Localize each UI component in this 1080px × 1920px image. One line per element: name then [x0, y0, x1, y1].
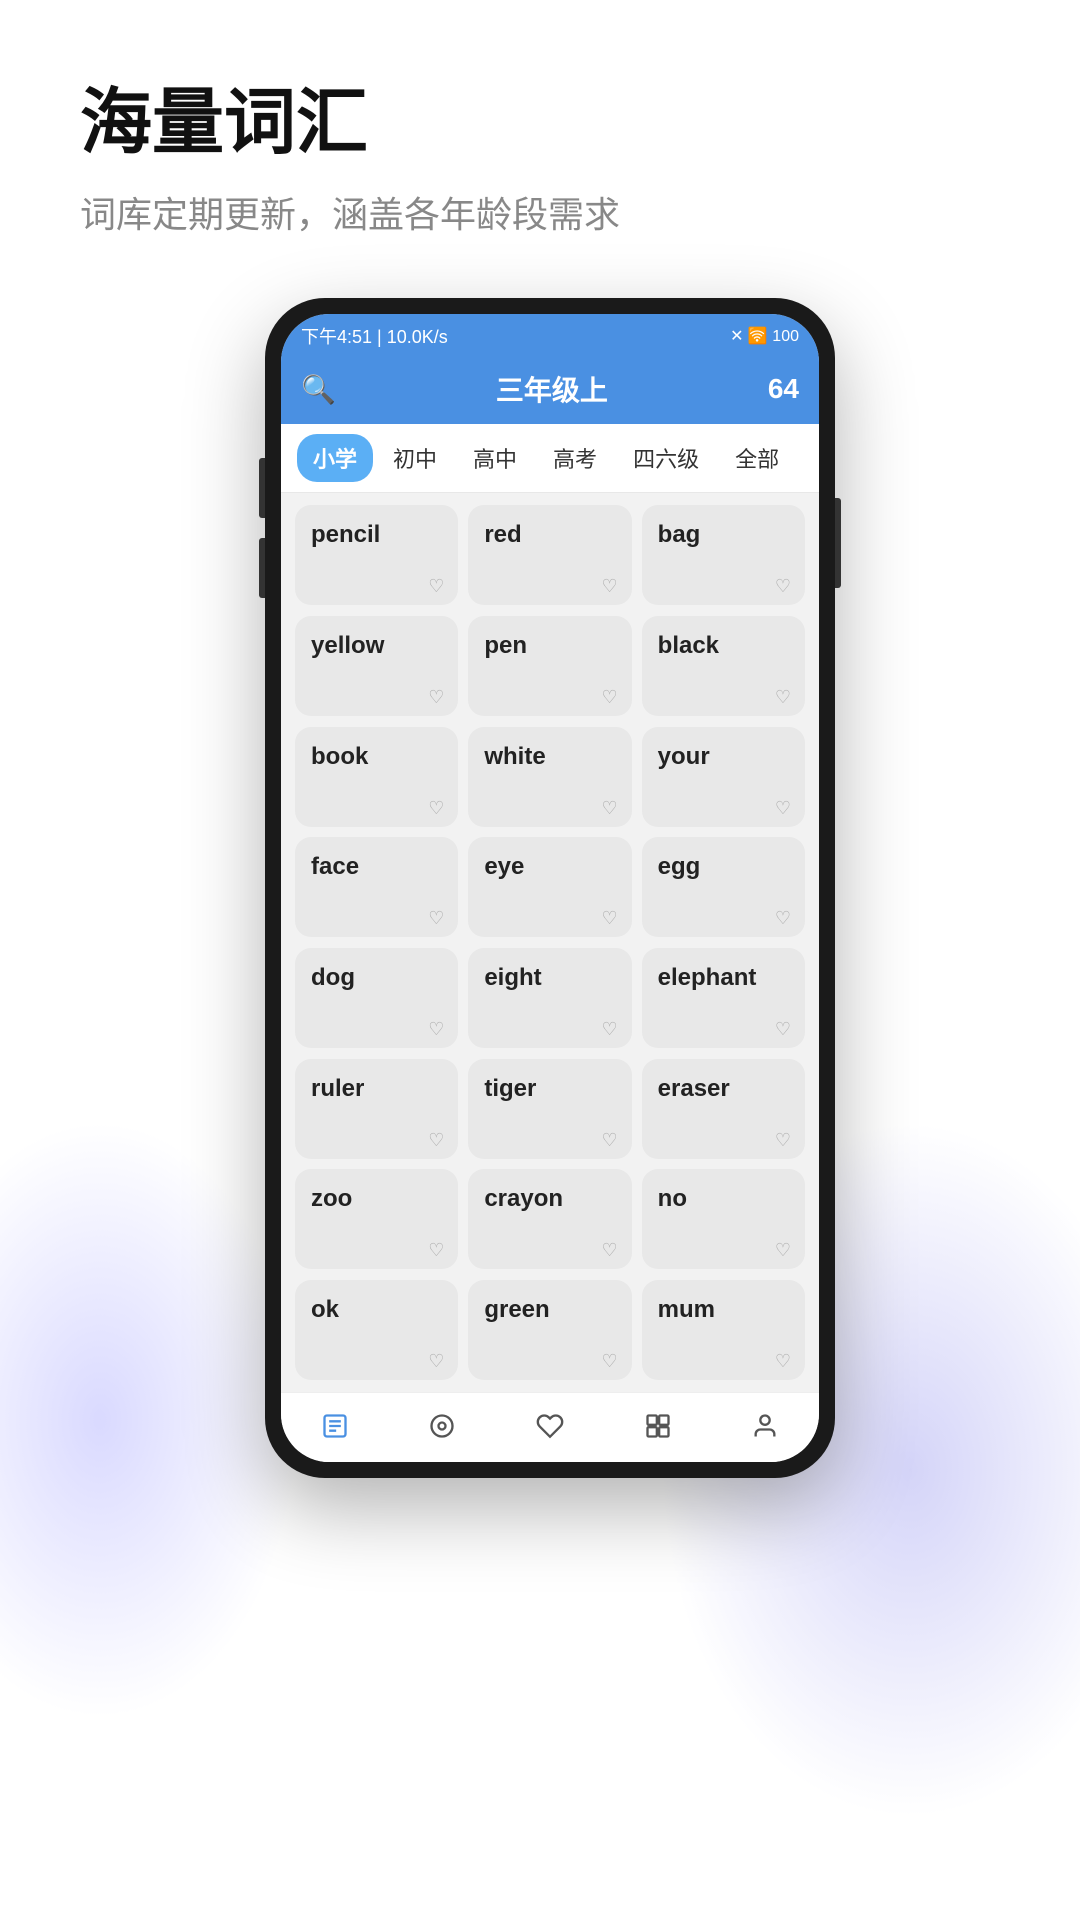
word-text: crayon	[484, 1185, 563, 1213]
heart-icon[interactable]: ♡	[775, 799, 791, 817]
word-card[interactable]: black ♡	[642, 616, 805, 716]
app-header: 🔍 三年级上 64	[281, 358, 819, 424]
word-card[interactable]: tiger ♡	[468, 1059, 631, 1159]
nav-favorites[interactable]	[536, 1412, 564, 1440]
word-card[interactable]: ruler ♡	[295, 1059, 458, 1159]
word-card[interactable]: dog ♡	[295, 948, 458, 1048]
tab-cet[interactable]: 四六级	[617, 434, 715, 482]
header-count: 64	[768, 373, 799, 405]
word-card[interactable]: mum ♡	[642, 1280, 805, 1380]
heart-icon[interactable]: ♡	[428, 577, 444, 595]
word-text: eraser	[658, 1075, 730, 1103]
heart-icon[interactable]: ♡	[428, 1241, 444, 1259]
heart-icon[interactable]: ♡	[428, 1131, 444, 1149]
tab-high[interactable]: 高中	[457, 434, 533, 482]
word-card[interactable]: white ♡	[468, 727, 631, 827]
nav-vocabulary[interactable]	[321, 1412, 349, 1440]
word-card[interactable]: your ♡	[642, 727, 805, 827]
word-text: face	[311, 853, 359, 881]
heart-icon[interactable]: ♡	[602, 1352, 618, 1370]
word-card[interactable]: red ♡	[468, 505, 631, 605]
nav-expand[interactable]	[644, 1412, 672, 1440]
heart-icon[interactable]: ♡	[775, 909, 791, 927]
word-card[interactable]: crayon ♡	[468, 1169, 631, 1269]
word-card[interactable]: ok ♡	[295, 1280, 458, 1380]
word-text: book	[311, 743, 368, 771]
word-text: pen	[484, 632, 527, 660]
word-text: green	[484, 1296, 549, 1324]
heart-icon[interactable]: ♡	[428, 688, 444, 706]
phone-mockup: 下午4:51 | 10.0K/s ✕ 🛜 100 🔍 三年级上 64 小学 初中…	[80, 298, 1020, 1478]
heart-icon[interactable]: ♡	[602, 688, 618, 706]
word-text: your	[658, 743, 710, 771]
heart-icon[interactable]: ♡	[775, 577, 791, 595]
page-title: 海量词汇	[80, 80, 1020, 166]
heart-icon[interactable]: ♡	[602, 909, 618, 927]
word-text: egg	[658, 853, 701, 881]
word-card[interactable]: face ♡	[295, 837, 458, 937]
heart-icon[interactable]: ♡	[428, 799, 444, 817]
word-text: tiger	[484, 1075, 536, 1103]
word-card[interactable]: bag ♡	[642, 505, 805, 605]
word-text: eye	[484, 853, 524, 881]
tab-primary[interactable]: 小学	[297, 434, 373, 482]
heart-icon[interactable]: ♡	[775, 1241, 791, 1259]
status-time: 下午4:51 | 10.0K/s	[301, 323, 448, 349]
phone-frame: 下午4:51 | 10.0K/s ✕ 🛜 100 🔍 三年级上 64 小学 初中…	[265, 298, 835, 1478]
heart-icon[interactable]: ♡	[428, 1352, 444, 1370]
word-text: dog	[311, 964, 355, 992]
word-card[interactable]: eight ♡	[468, 948, 631, 1048]
status-right-icons: ✕ 🛜 100	[730, 326, 799, 346]
heart-icon[interactable]: ♡	[602, 577, 618, 595]
phone-screen: 下午4:51 | 10.0K/s ✕ 🛜 100 🔍 三年级上 64 小学 初中…	[281, 314, 819, 1462]
word-text: ruler	[311, 1075, 364, 1103]
heart-icon[interactable]: ♡	[428, 1020, 444, 1038]
category-tabs: 小学 初中 高中 高考 四六级 全部	[281, 424, 819, 493]
word-card[interactable]: eye ♡	[468, 837, 631, 937]
word-card[interactable]: eraser ♡	[642, 1059, 805, 1159]
word-card[interactable]: zoo ♡	[295, 1169, 458, 1269]
heart-icon[interactable]: ♡	[775, 688, 791, 706]
heart-icon[interactable]: ♡	[775, 1352, 791, 1370]
header-title: 三年级上	[496, 369, 608, 409]
word-card[interactable]: pen ♡	[468, 616, 631, 716]
nav-listening[interactable]	[428, 1412, 456, 1440]
word-text: zoo	[311, 1185, 352, 1213]
bottom-nav	[281, 1392, 819, 1462]
heart-icon[interactable]: ♡	[428, 909, 444, 927]
word-grid: pencil ♡ red ♡ bag ♡ yellow ♡ pen ♡ black ♡ book ♡ whi…	[281, 493, 819, 1392]
nav-profile[interactable]	[751, 1412, 779, 1440]
word-text: pencil	[311, 521, 380, 549]
word-card[interactable]: egg ♡	[642, 837, 805, 937]
word-text: elephant	[658, 964, 757, 992]
word-text: ok	[311, 1296, 339, 1324]
word-text: yellow	[311, 632, 384, 660]
search-icon[interactable]: 🔍	[301, 373, 336, 406]
word-card[interactable]: elephant ♡	[642, 948, 805, 1048]
status-bar: 下午4:51 | 10.0K/s ✕ 🛜 100	[281, 314, 819, 358]
word-text: bag	[658, 521, 701, 549]
heart-icon[interactable]: ♡	[602, 1241, 618, 1259]
word-text: mum	[658, 1296, 715, 1324]
tab-middle[interactable]: 初中	[377, 434, 453, 482]
word-card[interactable]: book ♡	[295, 727, 458, 827]
word-card[interactable]: pencil ♡	[295, 505, 458, 605]
heart-icon[interactable]: ♡	[775, 1020, 791, 1038]
word-card[interactable]: yellow ♡	[295, 616, 458, 716]
tab-all[interactable]: 全部	[719, 434, 795, 482]
heart-icon[interactable]: ♡	[602, 1020, 618, 1038]
word-text: no	[658, 1185, 687, 1213]
word-text: black	[658, 632, 719, 660]
tab-gaokao[interactable]: 高考	[537, 434, 613, 482]
status-icons: ✕ 🛜 100	[730, 326, 799, 346]
word-card[interactable]: green ♡	[468, 1280, 631, 1380]
word-text: white	[484, 743, 545, 771]
word-text: eight	[484, 964, 541, 992]
heart-icon[interactable]: ♡	[602, 1131, 618, 1149]
word-text: red	[484, 521, 521, 549]
page-subtitle: 词库定期更新，涵盖各年龄段需求	[80, 186, 1020, 238]
heart-icon[interactable]: ♡	[775, 1131, 791, 1149]
word-card[interactable]: no ♡	[642, 1169, 805, 1269]
heart-icon[interactable]: ♡	[602, 799, 618, 817]
